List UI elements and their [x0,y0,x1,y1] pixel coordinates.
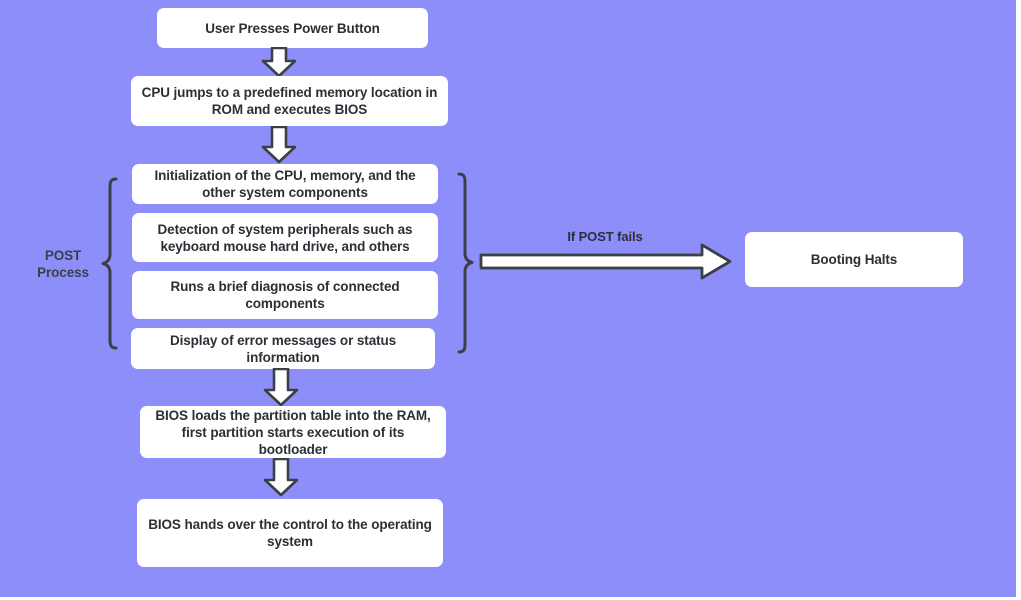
post-process-label: POST Process [28,247,98,281]
arrow-down-icon-4 [263,458,299,497]
node-label: BIOS loads the partition table into the … [155,407,431,457]
arrow-right-icon [479,243,732,280]
node-bios-hands-over-control: BIOS hands over the control to the opera… [137,499,443,567]
post-process-label-line1: POST [44,248,82,263]
arrow-down-icon-1 [261,47,297,78]
flowchart-canvas: User Presses Power Button CPU jumps to a… [0,0,1016,597]
node-label: Booting Halts [810,252,898,267]
arrow-down-icon-2 [261,126,297,164]
node-label: Display of error messages or status info… [169,332,397,365]
node-label: CPU jumps to a predefined memory locatio… [141,85,438,117]
node-label: User Presses Power Button [205,20,380,36]
node-post-diagnosis: Runs a brief diagnosis of connected comp… [132,271,438,319]
node-label: Detection of system peripherals such as … [157,221,413,254]
arrow-down-icon-3 [263,368,299,407]
curly-brace-right-icon [457,172,474,354]
node-label: Initialization of the CPU, memory, and t… [154,168,416,200]
node-post-initialization: Initialization of the CPU, memory, and t… [132,164,438,204]
node-post-display-errors: Display of error messages or status info… [131,328,435,369]
curly-brace-left-icon [101,177,118,350]
post-process-label-line2: Process [37,265,89,280]
node-booting-halts: Booting Halts [745,232,963,287]
node-label: Runs a brief diagnosis of connected comp… [170,279,400,311]
node-post-detection: Detection of system peripherals such as … [132,213,438,262]
node-cpu-jumps-to-rom: CPU jumps to a predefined memory locatio… [131,76,448,126]
node-label: BIOS hands over the control to the opera… [148,517,432,549]
node-bios-loads-partition-table: BIOS loads the partition table into the … [140,406,446,458]
node-user-presses-power-button: User Presses Power Button [157,8,428,48]
edge-label-text: If POST fails [567,229,643,244]
